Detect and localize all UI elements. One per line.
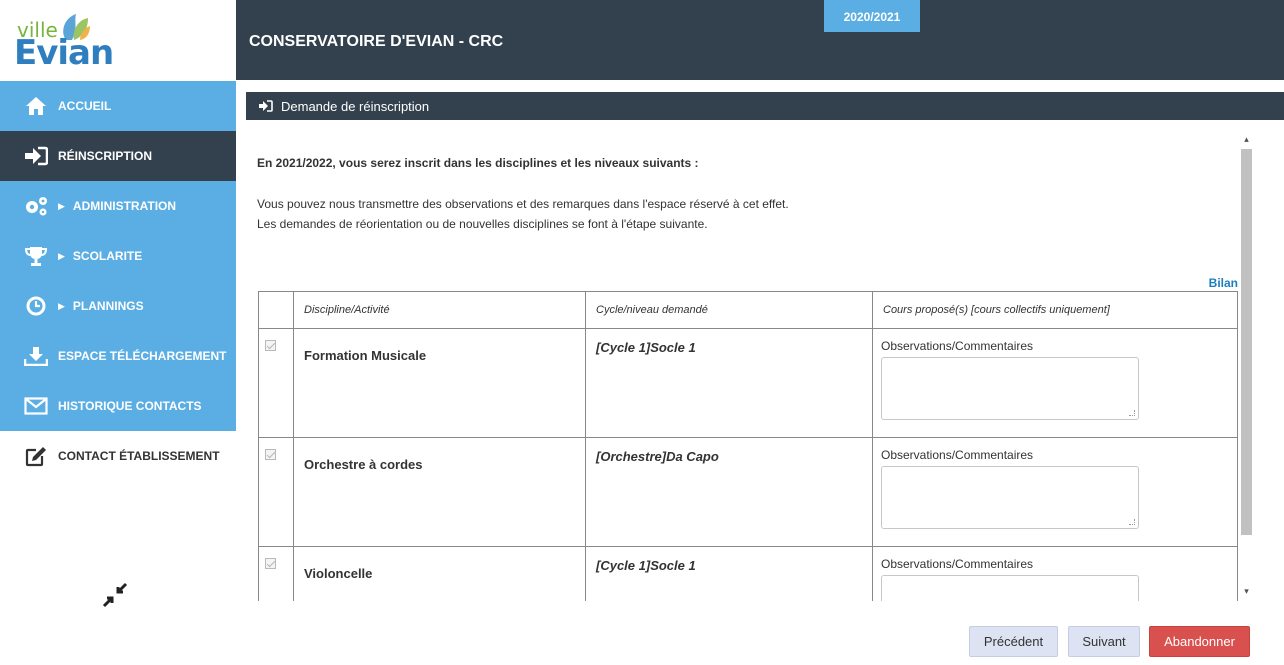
observations-label: Observations/Commentaires (881, 339, 1034, 353)
column-header-discipline: Discipline/Activité (293, 291, 586, 329)
app-header: CONSERVATOIRE D'EVIAN - CRC (236, 0, 1284, 80)
column-header-select (258, 291, 294, 329)
clock-icon (14, 281, 58, 331)
header-gap (236, 80, 1284, 90)
observations-cell: Observations/Commentaires (872, 328, 1238, 438)
observations-textarea[interactable] (881, 575, 1139, 601)
intro-heading: En 2021/2022, vous serez inscrit dans le… (257, 156, 699, 170)
app-root: ville Evian ACCUEIL RÉINSCRIPTION ▶ ADMI… (0, 0, 1284, 665)
column-header-cycle: Cycle/niveau demandé (585, 291, 873, 329)
cycle-level: [Orchestre]Da Capo (596, 449, 719, 464)
sidebar: ville Evian ACCUEIL RÉINSCRIPTION ▶ ADMI… (0, 0, 236, 665)
observations-label: Observations/Commentaires (881, 557, 1034, 571)
disciplines-table: Discipline/Activité Cycle/niveau demandé… (258, 291, 1238, 601)
cycle-level: [Cycle 1]Socle 1 (596, 340, 696, 355)
trophy-icon (14, 231, 58, 281)
cycle-cell: [Cycle 1]Socle 1 (585, 328, 873, 438)
discipline-name: Orchestre à cordes (304, 457, 423, 472)
row-checkbox-cell (258, 546, 294, 601)
sidebar-item-administration[interactable]: ▶ ADMINISTRATION (0, 181, 236, 231)
sidebar-item-label: HISTORIQUE CONTACTS (58, 399, 202, 413)
home-icon (14, 81, 58, 131)
table-row: Formation Musicale [Cycle 1]Socle 1 Obse… (258, 328, 1238, 438)
sign-in-icon (258, 100, 273, 112)
panel-header: Demande de réinscription (246, 92, 1284, 120)
info-paragraph-2: Les demandes de réorientation ou de nouv… (257, 217, 708, 231)
observations-cell: Observations/Commentaires (872, 437, 1238, 547)
table-header-row: Discipline/Activité Cycle/niveau demandé… (258, 291, 1238, 329)
sidebar-item-reinscription[interactable]: RÉINSCRIPTION (0, 131, 236, 181)
observations-textarea[interactable] (881, 466, 1139, 529)
panel-title: Demande de réinscription (281, 98, 430, 114)
page-title: CONSERVATOIRE D'EVIAN - CRC (249, 33, 504, 50)
abandon-button[interactable]: Abandonner (1149, 626, 1250, 657)
observations-cell: Observations/Commentaires (872, 546, 1238, 601)
gears-icon (14, 181, 58, 231)
row-checkbox-cell (258, 328, 294, 438)
sidebar-item-label: CONTACT ÉTABLISSEMENT (58, 449, 220, 463)
observations-textarea[interactable] (881, 357, 1139, 420)
table-row: Violoncelle [Cycle 1]Socle 1 Observation… (258, 546, 1238, 601)
logo-text-evian: Evian (14, 33, 114, 73)
row-checkbox[interactable] (265, 340, 276, 351)
discipline-name: Violoncelle (304, 566, 373, 581)
content-scrollbar[interactable]: ▴ ▾ (1238, 121, 1255, 601)
previous-button[interactable]: Précédent (969, 626, 1058, 657)
ville-evian-logo[interactable]: ville Evian (0, 0, 236, 80)
discipline-cell: Formation Musicale (293, 328, 586, 438)
main-content: En 2021/2022, vous serez inscrit dans le… (246, 121, 1238, 601)
bilan-link[interactable]: Bilan (1209, 276, 1238, 290)
scroll-up-icon[interactable]: ▴ (1242, 135, 1251, 144)
discipline-name: Formation Musicale (304, 348, 427, 363)
table-row: Orchestre à cordes [Orchestre]Da Capo Ob… (258, 437, 1238, 547)
cycle-cell: [Orchestre]Da Capo (585, 437, 873, 547)
sidebar-item-label: ADMINISTRATION (72, 199, 177, 213)
row-checkbox[interactable] (265, 449, 276, 460)
sidebar-item-historique-contacts[interactable]: HISTORIQUE CONTACTS (0, 381, 236, 431)
cycle-cell: [Cycle 1]Socle 1 (585, 546, 873, 601)
info-paragraph-1: Vous pouvez nous transmettre des observa… (257, 197, 789, 211)
next-button[interactable]: Suivant (1068, 626, 1140, 657)
scroll-down-icon[interactable]: ▾ (1242, 587, 1251, 596)
sidebar-item-label: SCOLARITE (72, 249, 143, 263)
discipline-cell: Orchestre à cordes (293, 437, 586, 547)
observations-label: Observations/Commentaires (881, 448, 1034, 462)
sidebar-item-scolarite[interactable]: ▶ SCOLARITE (0, 231, 236, 281)
sidebar-item-telechargement[interactable]: ESPACE TÉLÉCHARGEMENT (0, 331, 236, 381)
row-checkbox-cell (258, 437, 294, 547)
cycle-level: [Cycle 1]Socle 1 (596, 558, 696, 573)
column-header-cours: Cours proposé(s) [cours collectifs uniqu… (872, 291, 1238, 329)
caret-right-icon: ▶ (58, 300, 65, 311)
sidebar-item-label: RÉINSCRIPTION (58, 149, 153, 163)
row-checkbox[interactable] (265, 558, 276, 569)
download-icon (14, 331, 58, 381)
school-year-badge[interactable]: 2020/2021 (824, 0, 920, 32)
sidebar-item-plannings[interactable]: ▶ PLANNINGS (0, 281, 236, 331)
caret-right-icon: ▶ (58, 200, 65, 211)
caret-right-icon: ▶ (58, 250, 65, 261)
compress-icon[interactable] (100, 580, 130, 610)
sidebar-nav: ACCUEIL RÉINSCRIPTION ▶ ADMINISTRATION ▶… (0, 81, 236, 481)
sign-in-icon (14, 131, 58, 181)
scrollbar-thumb[interactable] (1241, 149, 1252, 535)
sidebar-item-accueil[interactable]: ACCUEIL (0, 81, 236, 131)
envelope-icon (14, 381, 58, 431)
sidebar-item-label: ESPACE TÉLÉCHARGEMENT (58, 349, 227, 363)
sidebar-item-label: ACCUEIL (58, 99, 112, 113)
discipline-cell: Violoncelle (293, 546, 586, 601)
sidebar-item-label: PLANNINGS (72, 299, 144, 313)
sidebar-item-contact-etablissement[interactable]: CONTACT ÉTABLISSEMENT (0, 431, 236, 481)
edit-icon (14, 431, 58, 481)
